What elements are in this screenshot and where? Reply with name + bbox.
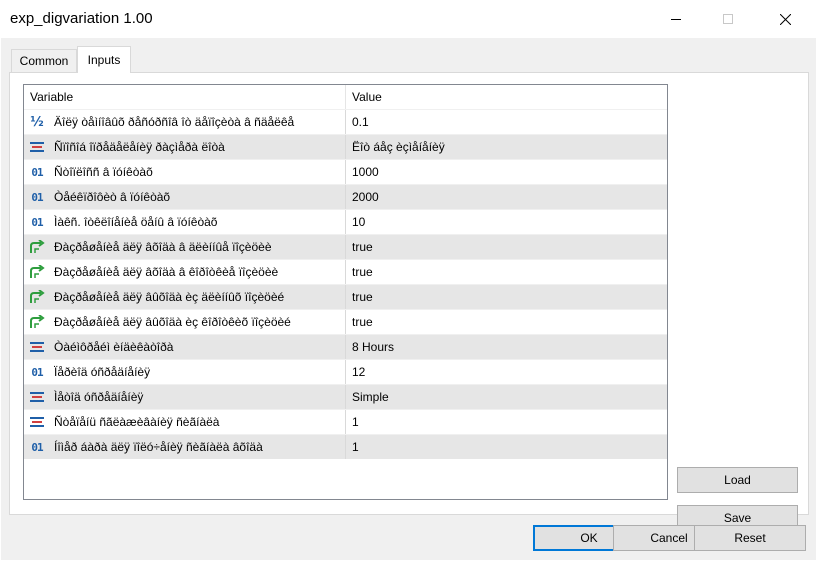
maximize-button xyxy=(705,0,751,38)
table-row[interactable]: Ðàçðåøåíèå äëÿ âõîäà â êîðîòêèå ïîçèöèè t… xyxy=(24,259,667,284)
minimize-button[interactable] xyxy=(653,0,699,38)
close-icon xyxy=(779,13,791,25)
variable-cell: Òàéìôðåéì èíäèêàòîðà xyxy=(24,335,344,359)
variable-cell: 01 Òåéêïðîôèò â ïóíêòàõ xyxy=(24,185,344,209)
variable-cell: 01 Ïåðèîä óñðåäíåíèÿ xyxy=(24,360,344,384)
value-cell[interactable]: Ëîò áåç èçìåíåíèÿ xyxy=(345,135,661,159)
value-cell[interactable]: 1 xyxy=(345,410,661,434)
variable-name: Òàéìôðåéì èíäèêàòîðà xyxy=(54,340,174,354)
table-row[interactable]: Òàéìôðåéì èíäèêàòîðà 8 Hours xyxy=(24,334,667,359)
bool-icon xyxy=(28,289,46,305)
bool-icon xyxy=(28,239,46,255)
variable-cell: Ñòåïåíü ñãëàæèâàíèÿ ñèãíàëà xyxy=(24,410,344,434)
enum-icon xyxy=(28,389,46,405)
minimize-icon xyxy=(671,19,681,20)
table-row[interactable]: Ìåòîä óñðåäíåíèÿ Simple xyxy=(24,384,667,409)
grid-header: Variable Value xyxy=(24,85,667,109)
variable-cell: 01 Íîìåð áàðà äëÿ ïîëó÷åíèÿ ñèãíàëà âõîäà xyxy=(24,435,344,459)
window-title: exp_digvariation 1.00 xyxy=(10,10,153,27)
variable-cell: ½ Äîëÿ òåìíîâûõ ðåñóðñîâ îò äåïîçèòà â ñä… xyxy=(24,110,344,134)
variable-name: Íîìåð áàðà äëÿ ïîëó÷åíèÿ ñèãíàëà âõîäà xyxy=(54,440,263,454)
tab-inputs-label: Inputs xyxy=(87,53,121,67)
value-cell[interactable]: 0.1 xyxy=(345,110,661,134)
value-cell[interactable]: 12 xyxy=(345,360,661,384)
enum-icon xyxy=(28,139,46,155)
close-button[interactable] xyxy=(762,0,808,38)
variable-cell: Ðàçðåøåíèå äëÿ âõîäà â äëèííûå ïîçèöèè xyxy=(24,235,344,259)
enum-icon xyxy=(28,339,46,355)
variable-name: Ìåòîä óñðåäíåíèÿ xyxy=(54,390,144,404)
variable-cell: Ìåòîä óñðåäíåíèÿ xyxy=(24,385,344,409)
table-row[interactable]: 01 Òåéêïðîôèò â ïóíêòàõ 2000 xyxy=(24,184,667,209)
table-row[interactable]: Ðàçðåøåíèå äëÿ âûõîäà èç äëèííûõ ïîçèöèé… xyxy=(24,284,667,309)
variable-cell: 01 Ìàêñ. îòêëîíåíèå öåíû â ïóíêòàõ xyxy=(24,210,344,234)
integer-icon: 01 xyxy=(31,365,43,379)
tab-inputs[interactable]: Inputs xyxy=(77,46,131,73)
variable-cell: Ðàçðåøåíèå äëÿ âûõîäà èç êîðîòêèõ ïîçèöè… xyxy=(24,310,344,334)
grid-rows: ½ Äîëÿ òåìíîâûõ ðåñóðñîâ îò äåïîçèòà â ñä… xyxy=(24,109,667,459)
value-cell[interactable]: true xyxy=(345,235,661,259)
variable-cell: Ðàçðåøåíèå äëÿ âûõîäà èç äëèííûõ ïîçèöèé xyxy=(24,285,344,309)
variable-name: Äîëÿ òåìíîâûõ ðåñóðñîâ îò äåïîçèòà â ñäå… xyxy=(54,115,295,129)
variable-name: Ìàêñ. îòêëîíåíèå öåíû â ïóíêòàõ xyxy=(54,215,218,229)
integer-icon: 01 xyxy=(31,440,43,454)
reset-button[interactable]: Reset xyxy=(694,525,806,551)
integer-icon: 01 xyxy=(31,190,43,204)
variable-name: Ðàçðåøåíèå äëÿ âõîäà â äëèííûå ïîçèöèè xyxy=(54,240,272,254)
column-header-variable[interactable]: Variable xyxy=(24,85,344,109)
value-cell[interactable]: 1 xyxy=(345,435,661,459)
table-row[interactable]: Ðàçðåøåíèå äëÿ âûõîäà èç êîðîòêèõ ïîçèöè… xyxy=(24,309,667,334)
variable-name: Ñòåïåíü ñãëàæèâàíèÿ ñèãíàëà xyxy=(54,415,220,429)
integer-icon: 01 xyxy=(31,165,43,179)
bool-icon xyxy=(28,264,46,280)
tab-common-label: Common xyxy=(19,54,69,68)
title-bar: exp_digvariation 1.00 xyxy=(0,0,817,38)
value-cell[interactable]: 10 xyxy=(345,210,661,234)
inputs-panel: Variable Value ½ Äîëÿ òåìíîâûõ ðåñóðñîâ î… xyxy=(9,72,809,531)
table-row[interactable]: 01 Ïåðèîä óñðåäíåíèÿ 12 xyxy=(24,359,667,384)
variable-cell: 01 Ñòîïëîññ â ïóíêòàõ xyxy=(24,160,344,184)
variable-name: Ñïîñîá îïðåäåëåíèÿ ðàçìåðà ëîòà xyxy=(54,140,225,154)
table-row[interactable]: 01 Íîìåð áàðà äëÿ ïîëó÷åíèÿ ñèãíàëà âõîäà… xyxy=(24,434,667,459)
value-cell[interactable]: 1000 xyxy=(345,160,661,184)
dialog-body: Common Inputs Variable Value ½ Äîëÿ òåìíî… xyxy=(1,38,816,560)
integer-icon: 01 xyxy=(31,215,43,229)
value-cell[interactable]: true xyxy=(345,260,661,284)
variable-cell: Ðàçðåøåíèå äëÿ âõîäà â êîðîòêèå ïîçèöèè xyxy=(24,260,344,284)
variable-name: Ðàçðåøåíèå äëÿ âõîäà â êîðîòêèå ïîçèöèè xyxy=(54,265,279,279)
inputs-grid: Variable Value ½ Äîëÿ òåìíîâûõ ðåñóðñîâ î… xyxy=(23,84,668,500)
variable-cell: Ñïîñîá îïðåäåëåíèÿ ðàçìåðà ëîòà xyxy=(24,135,344,159)
value-cell[interactable]: 2000 xyxy=(345,185,661,209)
variable-name: Ðàçðåøåíèå äëÿ âûõîäà èç äëèííûõ ïîçèöèé xyxy=(54,290,285,304)
table-row[interactable]: 01 Ñòîïëîññ â ïóíêòàõ 1000 xyxy=(24,159,667,184)
bool-icon xyxy=(28,314,46,330)
table-row[interactable]: Ñïîñîá îïðåäåëåíèÿ ðàçìåðà ëîòà Ëîò áåç è… xyxy=(24,134,667,159)
value-cell[interactable]: true xyxy=(345,285,661,309)
variable-name: Ðàçðåøåíèå äëÿ âûõîäà èç êîðîòêèõ ïîçèöè… xyxy=(54,315,291,329)
variable-name: Ïåðèîä óñðåäíåíèÿ xyxy=(54,365,151,379)
table-row[interactable]: 01 Ìàêñ. îòêëîíåíèå öåíû â ïóíêòàõ 10 xyxy=(24,209,667,234)
column-header-value[interactable]: Value xyxy=(345,85,661,109)
value-cell[interactable]: Simple xyxy=(345,385,661,409)
value-cell[interactable]: 8 Hours xyxy=(345,335,661,359)
fraction-icon: ½ xyxy=(30,114,44,130)
variable-name: Ñòîïëîññ â ïóíêòàõ xyxy=(54,165,153,179)
variable-name: Òåéêïðîôèò â ïóíêòàõ xyxy=(54,190,171,204)
value-cell[interactable]: true xyxy=(345,310,661,334)
enum-icon xyxy=(28,414,46,430)
table-row[interactable]: Ñòåïåíü ñãëàæèâàíèÿ ñèãíàëà 1 xyxy=(24,409,667,434)
tab-common[interactable]: Common xyxy=(11,49,77,72)
table-row[interactable]: Ðàçðåøåíèå äëÿ âõîäà â äëèííûå ïîçèöèè tr… xyxy=(24,234,667,259)
maximize-icon xyxy=(723,14,733,24)
table-row[interactable]: ½ Äîëÿ òåìíîâûõ ðåñóðñîâ îò äåïîçèòà â ñä… xyxy=(24,109,667,134)
load-button[interactable]: Load xyxy=(677,467,798,493)
